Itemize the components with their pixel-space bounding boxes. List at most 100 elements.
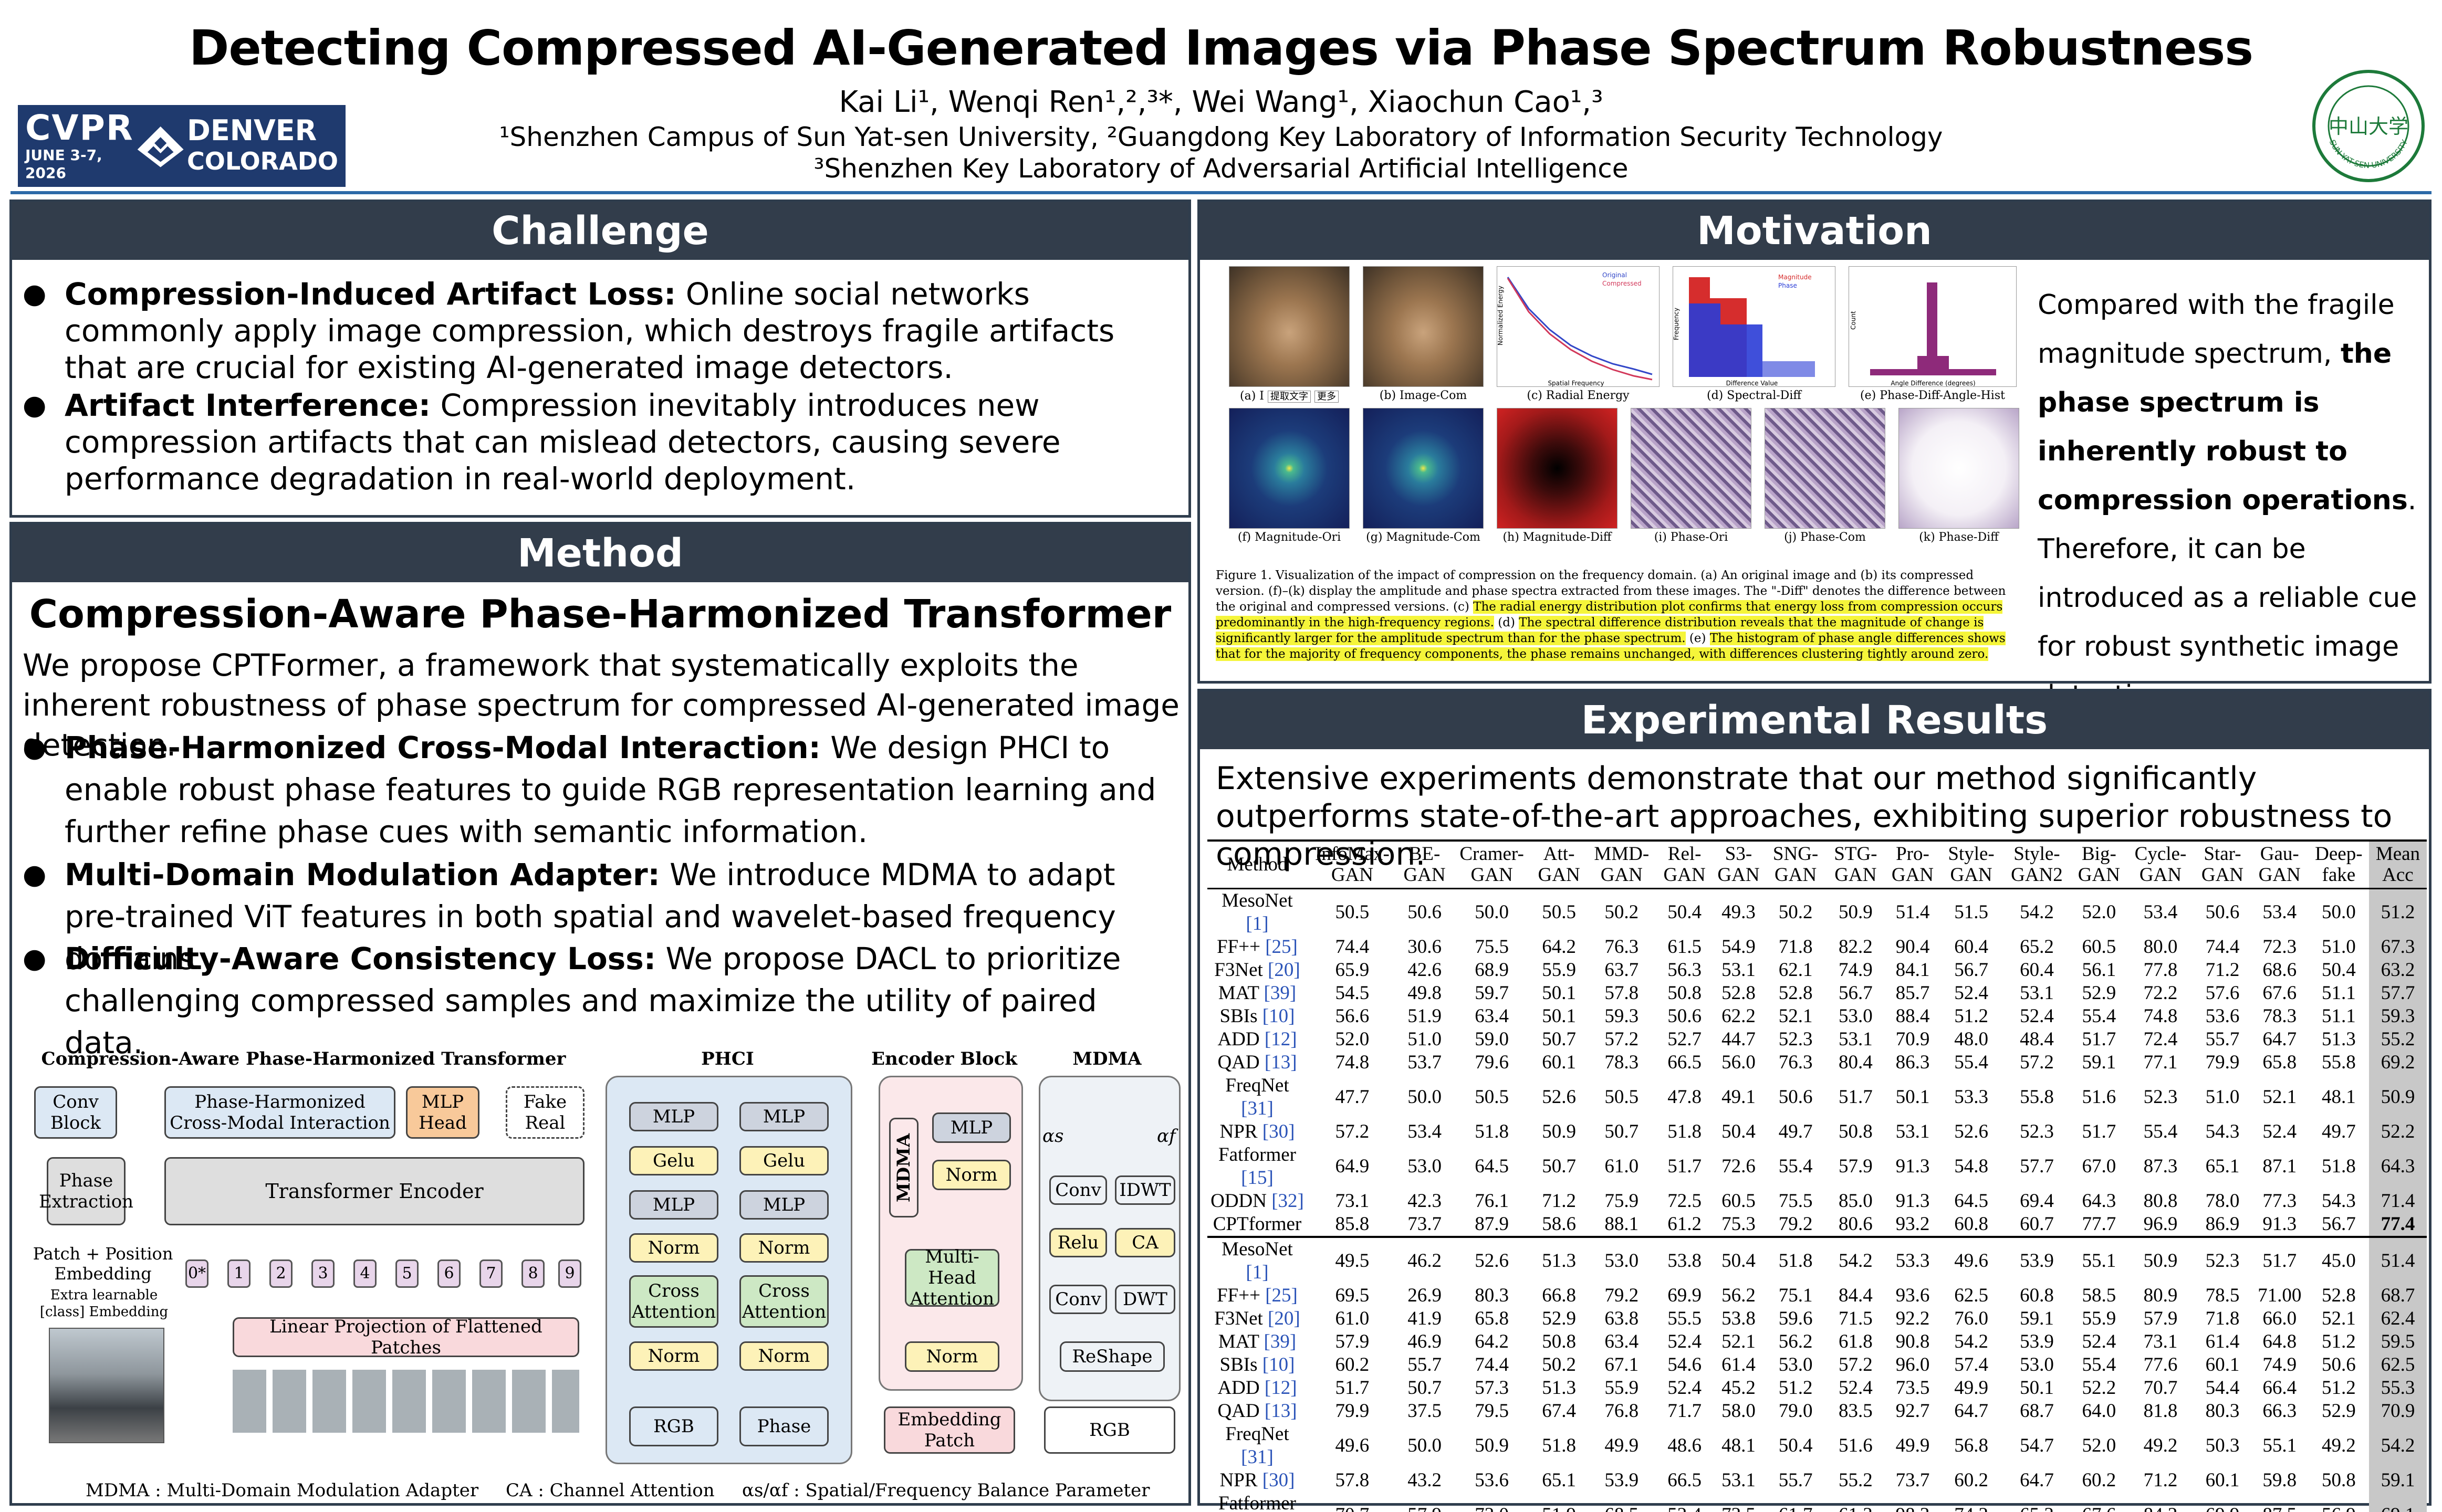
column-header: InfoMax-GAN (1315, 843, 1390, 886)
method-name-cell: FreqNet [31] (1225, 1075, 1289, 1119)
value-cell: 61.4 (1721, 1354, 1756, 1376)
value-cell: 70.7 (1307, 1492, 1397, 1512)
bullet-icon: ● (23, 859, 47, 890)
value-cell: 71.8 (1778, 936, 1813, 958)
table-row: Fatformer [15] 70.757.973.051.968.552.473… (1207, 1492, 2427, 1512)
token-2: 2 (269, 1259, 293, 1288)
value-cell: 48.6 (1667, 1435, 1702, 1456)
value-cell: 51.2 (1954, 1005, 1988, 1027)
transformer-encoder-block: Transformer Encoder (164, 1157, 585, 1225)
value-cell: 51.2 (1778, 1377, 1813, 1399)
results-panel: Experimental Results Extensive experimen… (1197, 689, 2431, 1512)
fig-magnitude-com (1363, 408, 1484, 529)
value-cell: 80.8 (2143, 1190, 2178, 1212)
value-cell: 50.9 (1839, 901, 1873, 923)
token-8: 8 (521, 1259, 545, 1288)
caption-i: (i) Phase-Ori (1654, 531, 1728, 544)
value-cell: 51.4 (2368, 1236, 2427, 1284)
value-cell: 55.4 (2143, 1121, 2178, 1142)
method-name-cell: FF++ [25] (1217, 936, 1298, 958)
motivation-text: Compared with the fragile magnitude spec… (2038, 289, 2417, 711)
value-cell: 90.8 (1895, 1331, 1930, 1352)
phci-norm-right: Norm (739, 1233, 829, 1263)
value-cell: 92.7 (1895, 1400, 1930, 1422)
value-cell: 55.2 (2368, 1028, 2427, 1051)
value-cell: 51.9 (1532, 1492, 1587, 1512)
value-cell: 49.3 (1721, 901, 1756, 923)
table-row: MesoNet [1] 49.5 46.2 52.6 51.3 53.0 53.8 50.4 5… (1207, 1236, 2427, 1284)
value-cell: 69.9 (2194, 1492, 2250, 1512)
value-cell: 79.2 (1604, 1285, 1639, 1306)
mdma-conv-top: Conv (1049, 1175, 1107, 1205)
value-cell: 90.4 (1895, 936, 1930, 958)
phase-angle-hist-plot: Angle Difference (degrees) Count (1850, 282, 1996, 387)
value-cell: 52.0 (2082, 901, 2116, 923)
fig-phase-com (1765, 408, 1885, 529)
value-cell: 52.6 (1452, 1236, 1532, 1284)
value-cell: 49.7 (2321, 1121, 2356, 1142)
value-cell: 50.5 (1542, 901, 1576, 923)
method-name-cell: CPTformer (1213, 1213, 1302, 1235)
value-cell: 50.8 (1542, 1331, 1576, 1352)
value-cell: 60.8 (1954, 1213, 1988, 1235)
value-cell: 49.9 (1895, 1435, 1930, 1456)
overlay-button-2[interactable]: 更多 (1314, 391, 1339, 403)
value-cell: 56.8 (1954, 1435, 1988, 1456)
value-cell: 61.4 (2205, 1331, 2240, 1352)
citation: [25] (1265, 1285, 1298, 1306)
value-cell: 79.2 (1778, 1213, 1813, 1235)
value-cell: 47.8 (1667, 1086, 1702, 1108)
token-6: 6 (437, 1259, 461, 1288)
table-row: ODDN [32] 73.1 42.3 76.1 71.2 75.9 72.5 60.5 75.… (1207, 1190, 2427, 1213)
value-cell: 51.8 (1667, 1121, 1702, 1142)
value-cell: 60.4 (2020, 959, 2054, 981)
value-cell: 57.8 (1335, 1469, 1370, 1491)
value-cell: 50.7 (1542, 1028, 1576, 1050)
value-cell: 53.9 (2002, 1236, 2072, 1284)
token-4: 4 (353, 1259, 377, 1288)
method-item-1: ● Phase-Harmonized Cross-Modal Interacti… (23, 727, 1183, 853)
value-cell: 51.3 (2321, 1028, 2356, 1050)
value-cell: 67.6 (2262, 982, 2297, 1004)
value-cell: 54.2 (2368, 1423, 2427, 1469)
column-header: Mean Acc (2368, 841, 2427, 889)
value-cell: 50.6 (2321, 1354, 2356, 1376)
column-header: STG-GAN (1834, 843, 1877, 886)
value-cell: 50.9 (1542, 1121, 1576, 1142)
value-cell: 50.2 (1542, 1354, 1576, 1376)
value-cell: 60.5 (2082, 936, 2116, 958)
caption-j: (j) Phase-Com (1784, 531, 1866, 544)
column-header: Big-GAN (2078, 843, 2120, 886)
value-cell: 49.9 (1954, 1377, 1988, 1399)
value-cell: 66.4 (2262, 1377, 2297, 1399)
citation: [15] (1241, 1167, 1274, 1189)
value-cell: 48.4 (2020, 1028, 2054, 1050)
value-cell: 64.3 (2082, 1190, 2116, 1212)
overlay-button-1[interactable]: 提取文字 (1267, 391, 1311, 403)
method-item-1-label: Phase-Harmonized Cross-Modal Interaction… (65, 730, 821, 765)
value-cell: 55.8 (2321, 1052, 2356, 1073)
value-cell: 51.6 (2082, 1086, 2116, 1108)
value-cell: 57.9 (2143, 1308, 2178, 1329)
value-cell: 41.9 (1407, 1308, 1442, 1329)
value-cell: 57.3 (1475, 1377, 1509, 1399)
value-cell: 53.1 (1721, 959, 1756, 981)
value-cell: 67.3 (2368, 936, 2427, 959)
phci-mlp-left: MLP (629, 1102, 718, 1131)
value-cell: 68.6 (2262, 959, 2297, 981)
value-cell: 93.2 (1895, 1213, 1930, 1235)
value-cell: 50.6 (1407, 901, 1442, 923)
method-name-cell: NPR [30] (1219, 1469, 1295, 1491)
value-cell: 44.7 (1721, 1028, 1756, 1050)
column-header: SNG-GAN (1772, 843, 1819, 886)
value-cell: 63.4 (1475, 1005, 1509, 1027)
radial-energy-plot: Original Compressed Spatial Frequency No… (1497, 271, 1653, 387)
value-cell: 62.1 (1778, 959, 1813, 981)
value-cell: 67.1 (1604, 1354, 1639, 1376)
method-name-cell: FF++ [25] (1217, 1285, 1298, 1306)
encoder-embedding-patch: Embedding Patch (884, 1406, 1015, 1454)
value-cell: 74.4 (1475, 1354, 1509, 1376)
method-subtitle: Compression-Aware Phase-Harmonized Trans… (29, 592, 1172, 637)
value-cell: 56.7 (1839, 982, 1873, 1004)
value-cell: 49.8 (1407, 982, 1442, 1004)
